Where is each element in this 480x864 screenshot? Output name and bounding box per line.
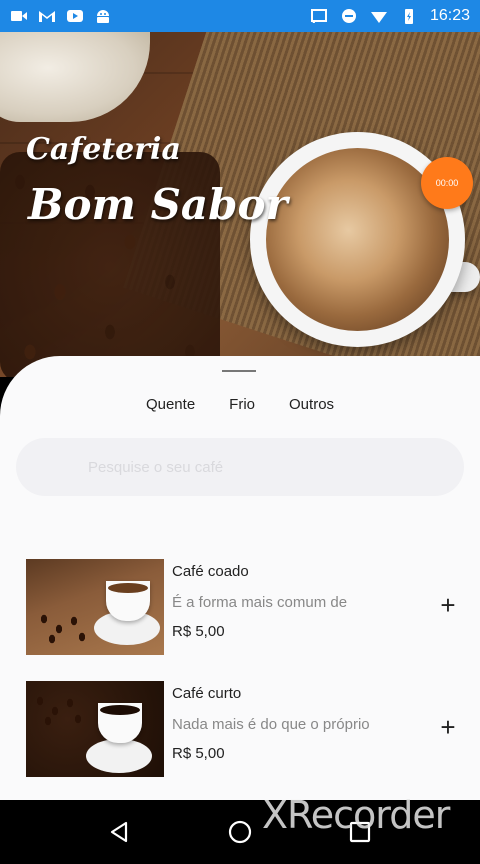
- youtube-icon: [67, 10, 83, 22]
- tab-frio[interactable]: Frio: [229, 396, 255, 413]
- status-bar-notifications: [10, 8, 112, 24]
- back-button[interactable]: [105, 817, 135, 847]
- search-bar: [16, 438, 464, 496]
- item-price: R$ 5,00: [172, 745, 225, 762]
- tab-outros[interactable]: Outros: [289, 396, 334, 413]
- tab-quente[interactable]: Quente: [146, 396, 195, 413]
- status-time: 16:23: [429, 7, 470, 24]
- item-image: [26, 559, 164, 655]
- hero-title-line1: Cafeteria: [26, 132, 181, 167]
- home-button[interactable]: [225, 817, 255, 847]
- item-description: Nada mais é do que o próprio: [172, 716, 370, 733]
- wifi-icon: [370, 12, 387, 23]
- item-description: É a forma mais comum de: [172, 594, 348, 611]
- list-item[interactable]: Café curto Nada mais é do que o próprio …: [26, 681, 466, 777]
- add-icon[interactable]: +: [436, 592, 460, 618]
- search-input[interactable]: [88, 458, 428, 476]
- do-not-disturb-icon: [341, 9, 356, 23]
- hero-banner: Cafeteria Bom Sabor 00:00: [0, 32, 480, 377]
- video-icon: [11, 11, 27, 21]
- cast-icon: [310, 9, 327, 24]
- item-name: Café curto: [172, 685, 242, 702]
- coffee: [108, 583, 148, 593]
- status-bar: 16:23: [0, 0, 480, 32]
- add-icon[interactable]: +: [436, 714, 460, 740]
- timer-badge[interactable]: 00:00: [421, 157, 473, 209]
- item-price: R$ 5,00: [172, 623, 225, 640]
- coffee-sack: [0, 32, 150, 122]
- status-bar-system: 16:23: [310, 7, 470, 25]
- item-image: [26, 681, 164, 777]
- category-tabs: Quente Frio Outros: [0, 396, 480, 413]
- item-name: Café coado: [172, 563, 249, 580]
- back-icon: [110, 821, 128, 843]
- gmail-icon: [39, 11, 55, 22]
- hero-title-line2: Bom Sabor: [28, 180, 288, 229]
- list-item[interactable]: Café coado É a forma mais comum de R$ 5,…: [26, 559, 466, 655]
- coffee-beans: [34, 609, 94, 649]
- android-icon: [97, 10, 109, 23]
- sheet-drag-handle[interactable]: [222, 370, 256, 372]
- battery-icon: [404, 9, 413, 24]
- recorder-watermark: XRecorder: [262, 793, 450, 837]
- home-icon: [228, 820, 252, 844]
- coffee: [100, 705, 140, 715]
- menu-sheet: Quente Frio Outros Café coado É a forma …: [0, 356, 480, 800]
- saucer: [86, 739, 152, 773]
